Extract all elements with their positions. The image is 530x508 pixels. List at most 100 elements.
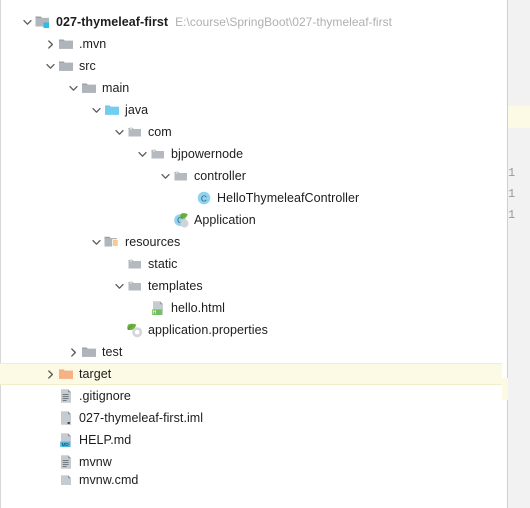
tree-row-src-folder[interactable]: src xyxy=(0,55,502,77)
chevron-down-icon[interactable] xyxy=(111,275,127,297)
arrow-spacer xyxy=(42,385,58,407)
tree-row-java-folder[interactable]: java xyxy=(0,99,502,121)
indent-spacer xyxy=(0,440,42,441)
arrow-spacer xyxy=(42,473,58,485)
tree-row-target-folder[interactable]: target xyxy=(0,363,502,385)
arrow-spacer xyxy=(42,451,58,473)
tree-label-iml-file: 027-thymeleaf-first.iml xyxy=(79,411,204,425)
indent-spacer xyxy=(0,374,42,375)
tree-label-module-root: 027-thymeleaf-first xyxy=(56,15,169,29)
svg-text:MD: MD xyxy=(62,442,70,447)
tree-row-test-folder[interactable]: test xyxy=(0,341,502,363)
indent-spacer xyxy=(0,286,111,287)
editor-gutter-sliver[interactable] xyxy=(508,0,530,508)
sources-root-icon xyxy=(104,101,122,119)
iml-file-icon xyxy=(58,409,76,427)
arrow-spacer xyxy=(180,187,196,209)
tree-row-static-folder[interactable]: static xyxy=(0,253,502,275)
tree-label-hello-html: hello.html xyxy=(171,301,225,315)
package-icon xyxy=(127,123,145,141)
tree-row-gitignore-file[interactable]: .gitignore xyxy=(0,385,502,407)
chevron-right-icon[interactable] xyxy=(65,341,81,363)
tree-label-application-class: Application xyxy=(194,213,256,227)
tree-row-mvnw-file[interactable]: mvnw xyxy=(0,451,502,473)
module-icon xyxy=(35,13,53,31)
arrow-spacer xyxy=(157,209,173,231)
spring-boot-class-icon: C xyxy=(173,211,191,229)
spring-properties-icon xyxy=(127,321,145,339)
folder-icon xyxy=(81,343,99,361)
tree-row-mvn-folder[interactable]: .mvn xyxy=(0,33,502,55)
chevron-down-icon[interactable] xyxy=(65,77,81,99)
tree-row-bjpowernode-package[interactable]: bjpowernode xyxy=(0,143,502,165)
tree-row-hello-html[interactable]: Hhello.html xyxy=(0,297,502,319)
indent-spacer xyxy=(0,352,65,353)
chevron-down-icon[interactable] xyxy=(88,99,104,121)
indent-spacer xyxy=(0,264,111,265)
tree-row-clipped-top[interactable] xyxy=(0,0,502,11)
tree-label-mvnw-file: mvnw xyxy=(79,455,112,469)
tree-label-static-folder: static xyxy=(148,257,178,271)
project-tree[interactable]: 027-thymeleaf-first E:\course\SpringBoot\… xyxy=(0,0,502,485)
tree-label-java-folder: java xyxy=(125,103,149,117)
module-path-label: E:\course\SpringBoot\027-thymeleaf-first xyxy=(175,15,393,29)
text-file-icon xyxy=(58,387,76,405)
indent-spacer xyxy=(0,154,134,155)
chevron-down-icon[interactable] xyxy=(88,231,104,253)
chevron-down-icon[interactable] xyxy=(157,165,173,187)
tree-label-src-folder: src xyxy=(79,59,96,73)
tree-row-module-root[interactable]: 027-thymeleaf-first E:\course\SpringBoot\… xyxy=(0,11,502,33)
gutter-line-number: 1 xyxy=(508,166,516,180)
tree-label-application-properties: application.properties xyxy=(148,323,268,337)
chevron-right-icon[interactable] xyxy=(42,363,58,385)
indent-spacer xyxy=(0,396,42,397)
tree-row-com-package[interactable]: com xyxy=(0,121,502,143)
gutter-line-number: 1 xyxy=(508,187,516,201)
chevron-right-icon[interactable] xyxy=(42,33,58,55)
chevron-down-icon[interactable] xyxy=(42,55,58,77)
tree-label-bjpowernode-package: bjpowernode xyxy=(171,147,244,161)
tree-label-resources-folder: resources xyxy=(125,235,181,249)
html-file-icon: H xyxy=(150,299,168,317)
package-icon xyxy=(127,277,145,295)
chevron-down-icon[interactable] xyxy=(19,11,35,33)
markdown-file-icon: MD xyxy=(58,431,76,449)
chevron-down-icon[interactable] xyxy=(111,121,127,143)
svg-text:H: H xyxy=(153,310,157,316)
indent-spacer xyxy=(0,242,88,243)
svg-text:C: C xyxy=(201,193,207,203)
package-icon xyxy=(127,255,145,273)
tree-row-resources-folder[interactable]: resources xyxy=(0,231,502,253)
folder-icon xyxy=(58,57,76,75)
excluded-folder-icon xyxy=(58,365,76,383)
resources-root-icon xyxy=(104,233,122,251)
tree-row-mvnw-cmd-file[interactable]: mvnw.cmd xyxy=(0,473,502,485)
indent-spacer xyxy=(0,110,88,111)
tree-row-application-properties[interactable]: application.properties xyxy=(0,319,502,341)
tree-row-templates-folder[interactable]: templates xyxy=(0,275,502,297)
tree-row-iml-file[interactable]: 027-thymeleaf-first.iml xyxy=(0,407,502,429)
indent-spacer xyxy=(0,462,42,463)
tree-label-gitignore-file: .gitignore xyxy=(79,389,131,403)
tree-label-templates-folder: templates xyxy=(148,279,203,293)
chevron-down-icon[interactable] xyxy=(134,143,150,165)
tree-label-mvnw-cmd-file: mvnw.cmd xyxy=(79,473,139,485)
indent-spacer xyxy=(0,66,42,67)
tree-label-target-folder: target xyxy=(79,367,112,381)
tree-row-controller-package[interactable]: controller xyxy=(0,165,502,187)
tree-row-help-md[interactable]: MD HELP.md xyxy=(0,429,502,451)
tree-label-com-package: com xyxy=(148,125,172,139)
tree-row-application-class[interactable]: C Application xyxy=(0,209,502,231)
indent-spacer xyxy=(0,22,19,23)
ide-window: 027-thymeleaf-first E:\course\SpringBoot\… xyxy=(0,0,530,508)
tree-row-hello-controller[interactable]: C HelloThymeleafController xyxy=(0,187,502,209)
arrow-spacer xyxy=(111,253,127,275)
project-tool-window[interactable]: 027-thymeleaf-first E:\course\SpringBoot\… xyxy=(0,0,502,508)
package-icon xyxy=(173,167,191,185)
project-tree-scrollbar[interactable] xyxy=(489,0,502,508)
tree-row-main-folder[interactable]: main xyxy=(0,77,502,99)
tree-label-help-md: HELP.md xyxy=(79,433,132,447)
package-icon xyxy=(150,145,168,163)
tree-label-test-folder: test xyxy=(102,345,123,359)
arrow-spacer xyxy=(42,429,58,451)
